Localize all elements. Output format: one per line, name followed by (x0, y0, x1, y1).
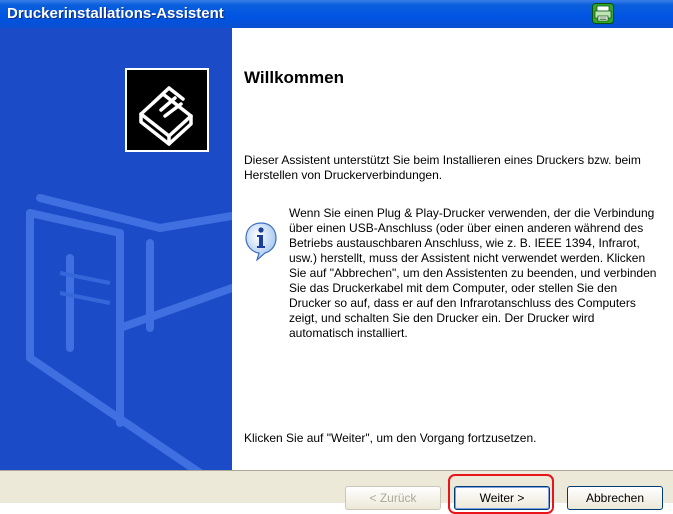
next-button-highlight (448, 474, 554, 514)
plug-and-play-note: Wenn Sie einen Plug & Play-Drucker verwe… (289, 206, 657, 340)
printer-window-icon (592, 3, 614, 24)
intro-text: Dieser Assistent unterstützt Sie beim In… (244, 153, 641, 182)
window-title: Druckerinstallations-Assistent (7, 5, 224, 22)
wizard-sidebar (0, 28, 232, 482)
cancel-button[interactable]: Abbrechen (567, 486, 663, 510)
wizard-content: Willkommen Dieser Assistent unterstützt … (232, 28, 673, 482)
continue-hint: Klicken Sie auf "Weiter", um den Vorgang… (244, 431, 537, 445)
page-title: Willkommen (244, 68, 344, 87)
back-button[interactable]: < Zurück (345, 486, 441, 510)
title-bar[interactable]: Druckerinstallations-Assistent (0, 0, 673, 28)
button-bar: < Zurück Weiter > Abbrechen (0, 470, 673, 510)
printer-wizard-icon (125, 68, 209, 152)
info-icon (245, 222, 277, 261)
